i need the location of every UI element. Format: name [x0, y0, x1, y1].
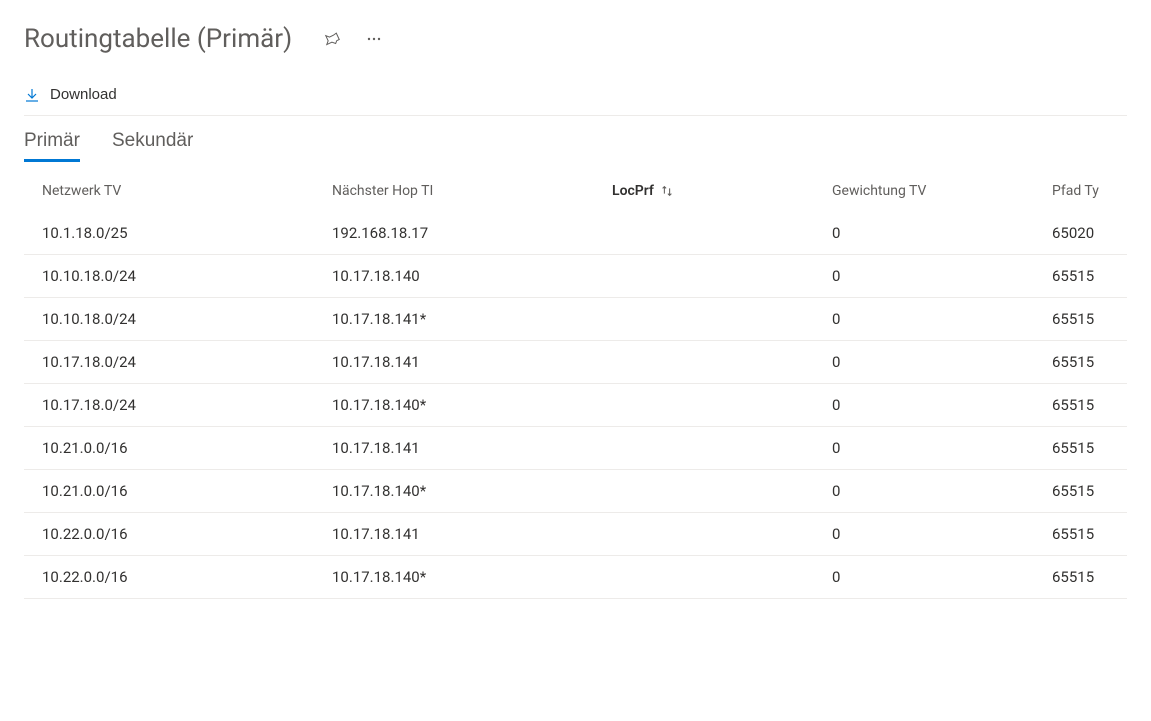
table-row[interactable]: 10.10.18.0/2410.17.18.140 065515: [24, 255, 1127, 298]
table-row[interactable]: 10.22.0.0/1610.17.18.141 065515: [24, 513, 1127, 556]
page-title: Routingtabelle (Primär): [24, 24, 292, 54]
header: Routingtabelle (Primär): [24, 0, 1127, 72]
cell-path: 65515: [1052, 439, 1109, 457]
cell-weight: 0: [832, 224, 1052, 242]
download-icon: [24, 87, 40, 103]
cell-path: 65515: [1052, 482, 1109, 500]
cell-path: 65515: [1052, 525, 1109, 543]
cell-weight: 0: [832, 568, 1052, 586]
cell-path: 65515: [1052, 568, 1109, 586]
column-header-path[interactable]: Pfad Ty: [1052, 183, 1109, 199]
cell-path: 65515: [1052, 396, 1109, 414]
cell-path: 65515: [1052, 267, 1109, 285]
header-icons: [320, 27, 386, 51]
cell-network: 10.17.18.0/24: [42, 353, 332, 371]
more-icon: [366, 31, 382, 47]
cell-weight: 0: [832, 439, 1052, 457]
column-header-network[interactable]: Netzwerk TV: [42, 183, 332, 199]
cell-weight: 0: [832, 525, 1052, 543]
column-header-locprf[interactable]: LocPrf: [612, 183, 832, 199]
routing-table: Netzwerk TV Nächster Hop TI LocPrf Gewic…: [24, 183, 1127, 599]
tab-secondary[interactable]: Sekundär: [112, 126, 193, 160]
cell-nexthop: 10.17.18.140: [332, 267, 612, 285]
cell-network: 10.22.0.0/16: [42, 568, 332, 586]
cell-weight: 0: [832, 396, 1052, 414]
table-row[interactable]: 10.17.18.0/2410.17.18.140* 065515: [24, 384, 1127, 427]
table-row[interactable]: 10.22.0.0/1610.17.18.140* 065515: [24, 556, 1127, 599]
cell-network: 10.10.18.0/24: [42, 310, 332, 328]
table-row[interactable]: 10.10.18.0/2410.17.18.141* 065515: [24, 298, 1127, 341]
pin-icon: [324, 31, 340, 47]
cell-path: 65515: [1052, 310, 1109, 328]
cell-nexthop: 10.17.18.140*: [332, 396, 612, 414]
download-button[interactable]: Download: [24, 84, 117, 105]
sort-icon: [660, 184, 674, 198]
cell-weight: 0: [832, 310, 1052, 328]
cell-network: 10.21.0.0/16: [42, 439, 332, 457]
cell-nexthop: 10.17.18.140*: [332, 482, 612, 500]
cell-nexthop: 10.17.18.141: [332, 439, 612, 457]
pin-button[interactable]: [320, 27, 344, 51]
cell-path: 65020: [1052, 224, 1109, 242]
cell-path: 65515: [1052, 353, 1109, 371]
cell-network: 10.1.18.0/25: [42, 224, 332, 242]
cell-network: 10.22.0.0/16: [42, 525, 332, 543]
cell-nexthop: 10.17.18.141*: [332, 310, 612, 328]
table-row[interactable]: 10.21.0.0/1610.17.18.140* 065515: [24, 470, 1127, 513]
cell-weight: 0: [832, 482, 1052, 500]
tabs: Primär Sekundär: [24, 116, 1127, 161]
cell-nexthop: 10.17.18.141: [332, 525, 612, 543]
column-header-weight[interactable]: Gewichtung TV: [832, 183, 1052, 199]
table-row[interactable]: 10.17.18.0/2410.17.18.141 065515: [24, 341, 1127, 384]
toolbar: Download: [24, 72, 1127, 116]
cell-nexthop: 192.168.18.17: [332, 224, 612, 242]
table-row[interactable]: 10.21.0.0/1610.17.18.141 065515: [24, 427, 1127, 470]
download-label: Download: [50, 86, 117, 103]
column-header-nexthop[interactable]: Nächster Hop TI: [332, 183, 612, 199]
tab-primary[interactable]: Primär: [24, 126, 80, 160]
table-body: 10.1.18.0/25192.168.18.1706502010.10.18.…: [24, 212, 1127, 599]
cell-weight: 0: [832, 267, 1052, 285]
more-button[interactable]: [362, 27, 386, 51]
cell-network: 10.21.0.0/16: [42, 482, 332, 500]
cell-nexthop: 10.17.18.141: [332, 353, 612, 371]
cell-network: 10.10.18.0/24: [42, 267, 332, 285]
table-row[interactable]: 10.1.18.0/25192.168.18.17 065020: [24, 212, 1127, 255]
cell-weight: 0: [832, 353, 1052, 371]
column-header-locprf-label: LocPrf: [612, 183, 654, 199]
cell-network: 10.17.18.0/24: [42, 396, 332, 414]
cell-nexthop: 10.17.18.140*: [332, 568, 612, 586]
table-header: Netzwerk TV Nächster Hop TI LocPrf Gewic…: [24, 183, 1127, 212]
